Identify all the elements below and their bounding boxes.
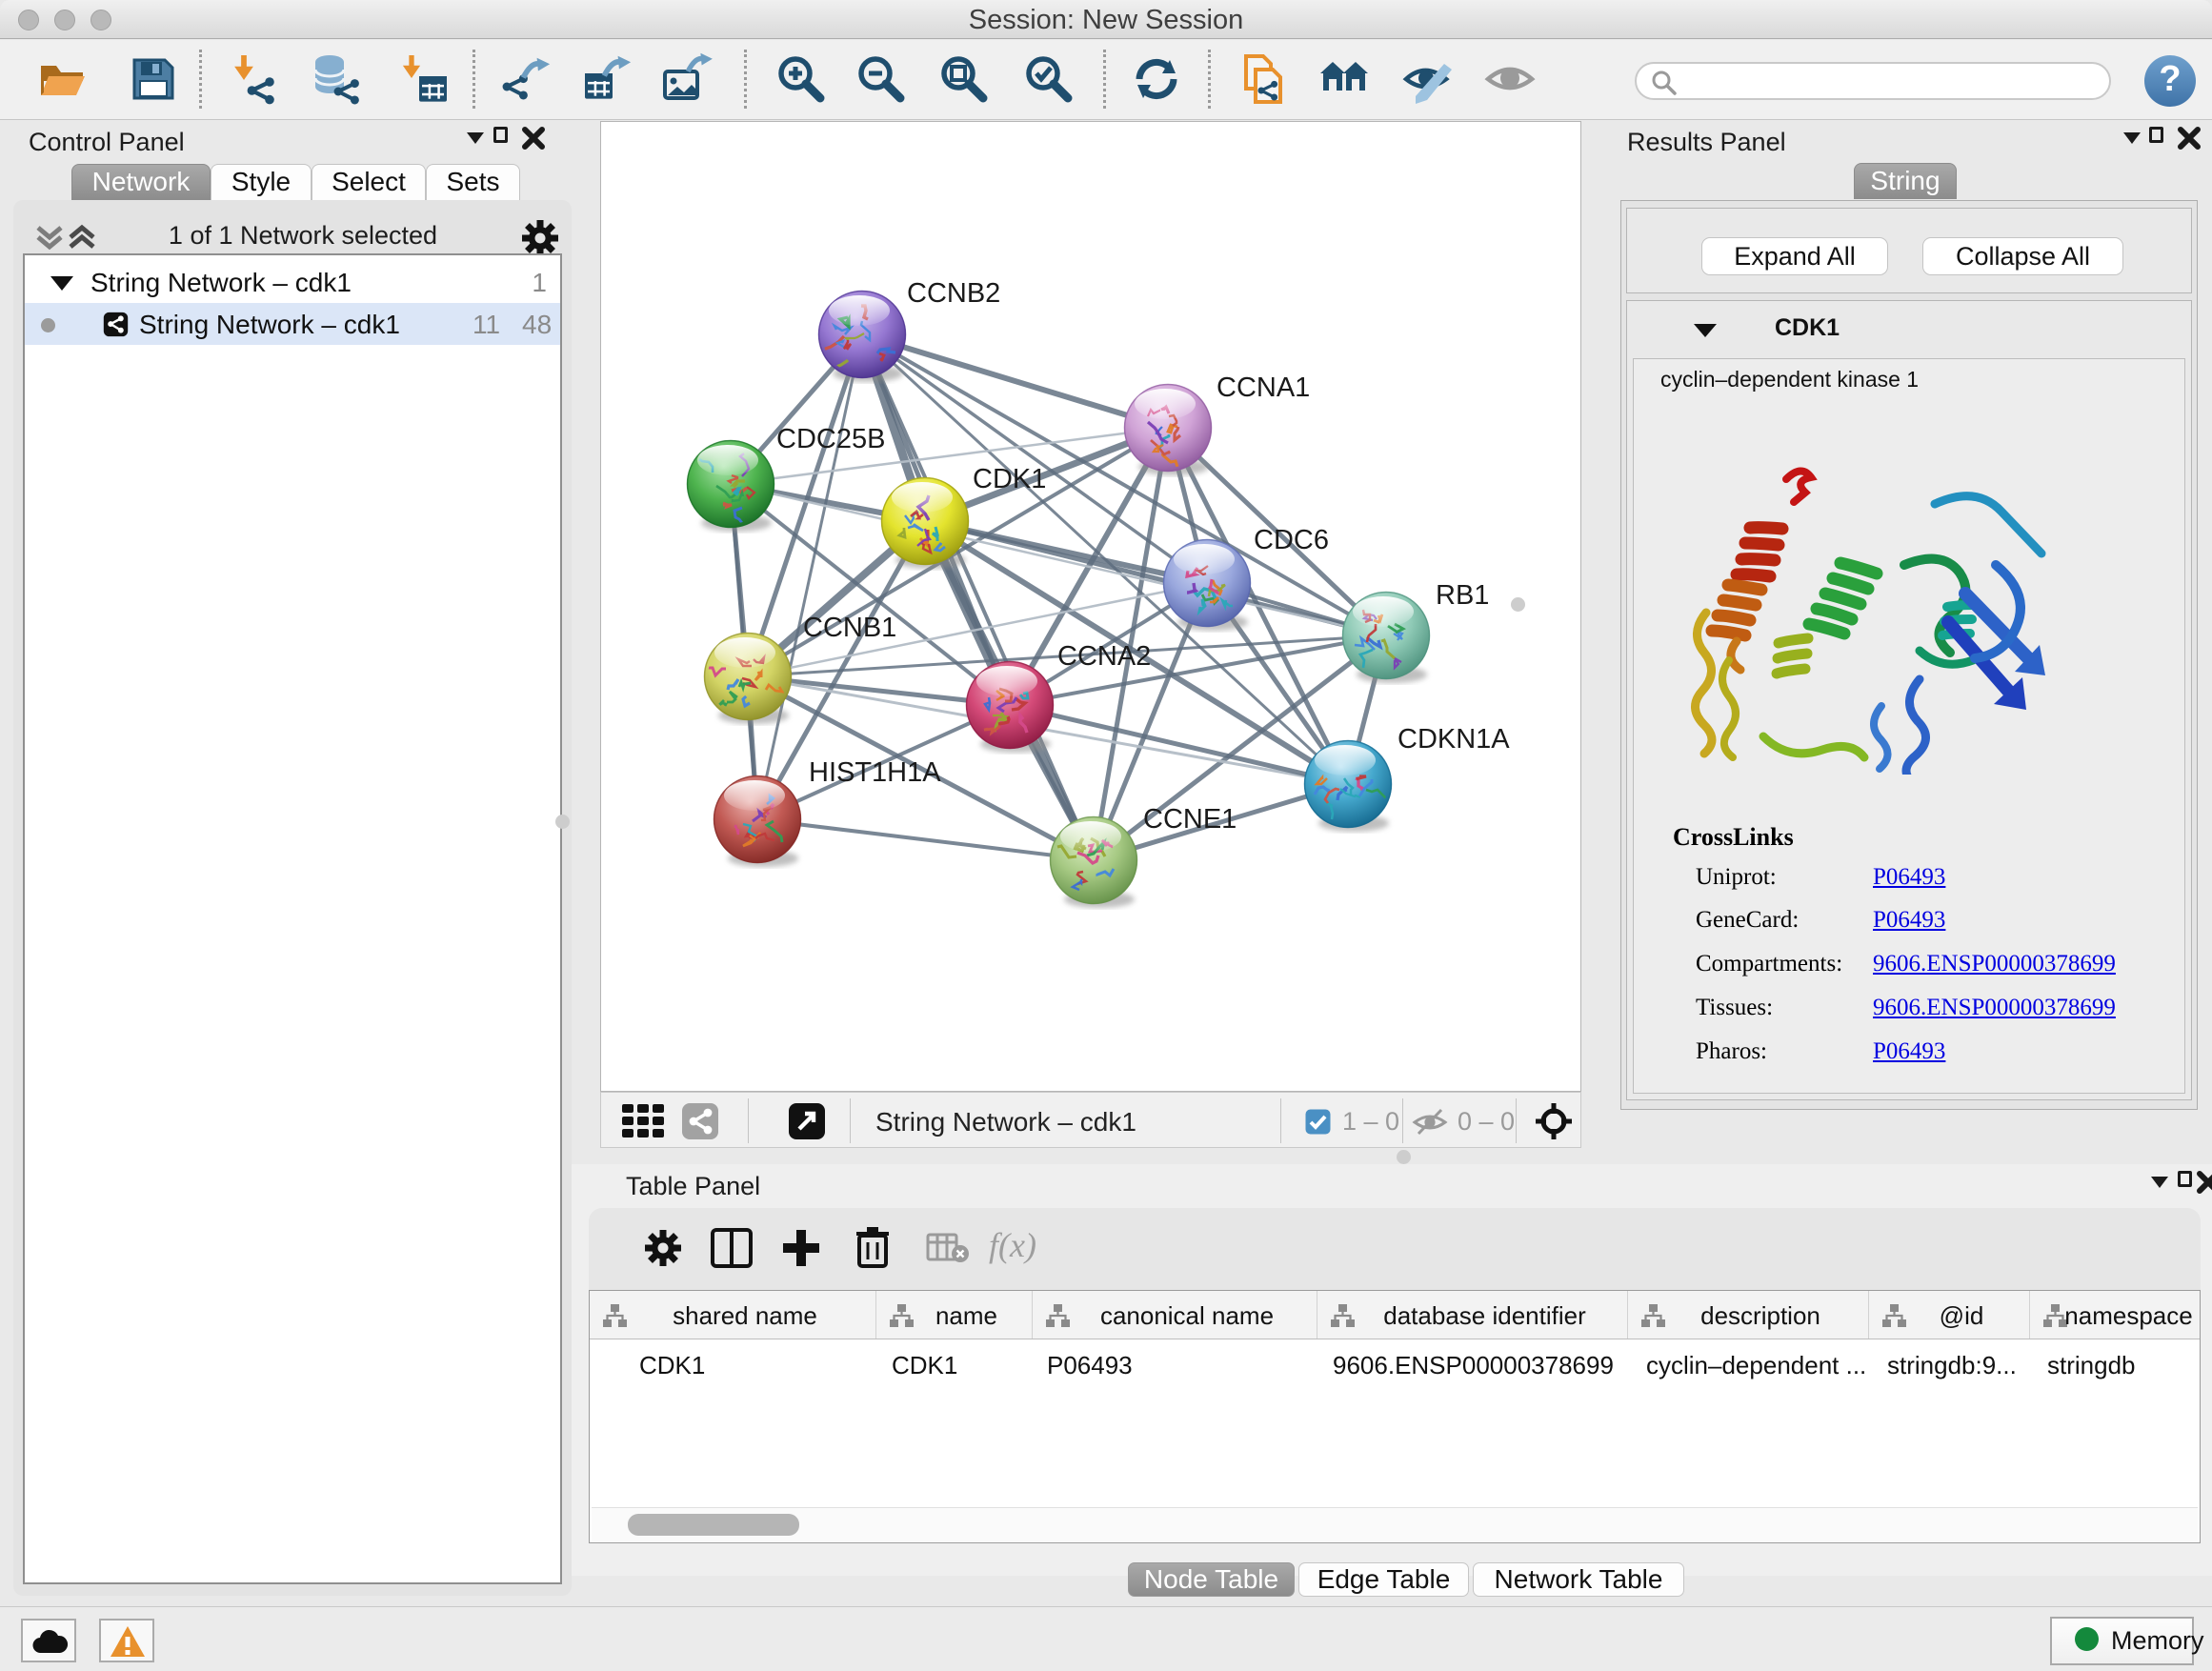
svg-text:CDC6: CDC6 bbox=[1254, 525, 1329, 555]
svg-text:HIST1H1A: HIST1H1A bbox=[809, 757, 941, 788]
svg-text:CCNB2: CCNB2 bbox=[907, 278, 1000, 309]
svg-text:CDK1: CDK1 bbox=[973, 464, 1046, 494]
svg-text:CDKN1A: CDKN1A bbox=[1398, 724, 1510, 755]
svg-text:RB1: RB1 bbox=[1436, 580, 1489, 611]
svg-text:CDC25B: CDC25B bbox=[776, 424, 885, 454]
svg-text:CCNB1: CCNB1 bbox=[803, 613, 896, 643]
svg-text:CCNA2: CCNA2 bbox=[1057, 641, 1151, 672]
svg-text:CCNA1: CCNA1 bbox=[1217, 372, 1310, 403]
svg-text:CCNE1: CCNE1 bbox=[1143, 804, 1237, 835]
